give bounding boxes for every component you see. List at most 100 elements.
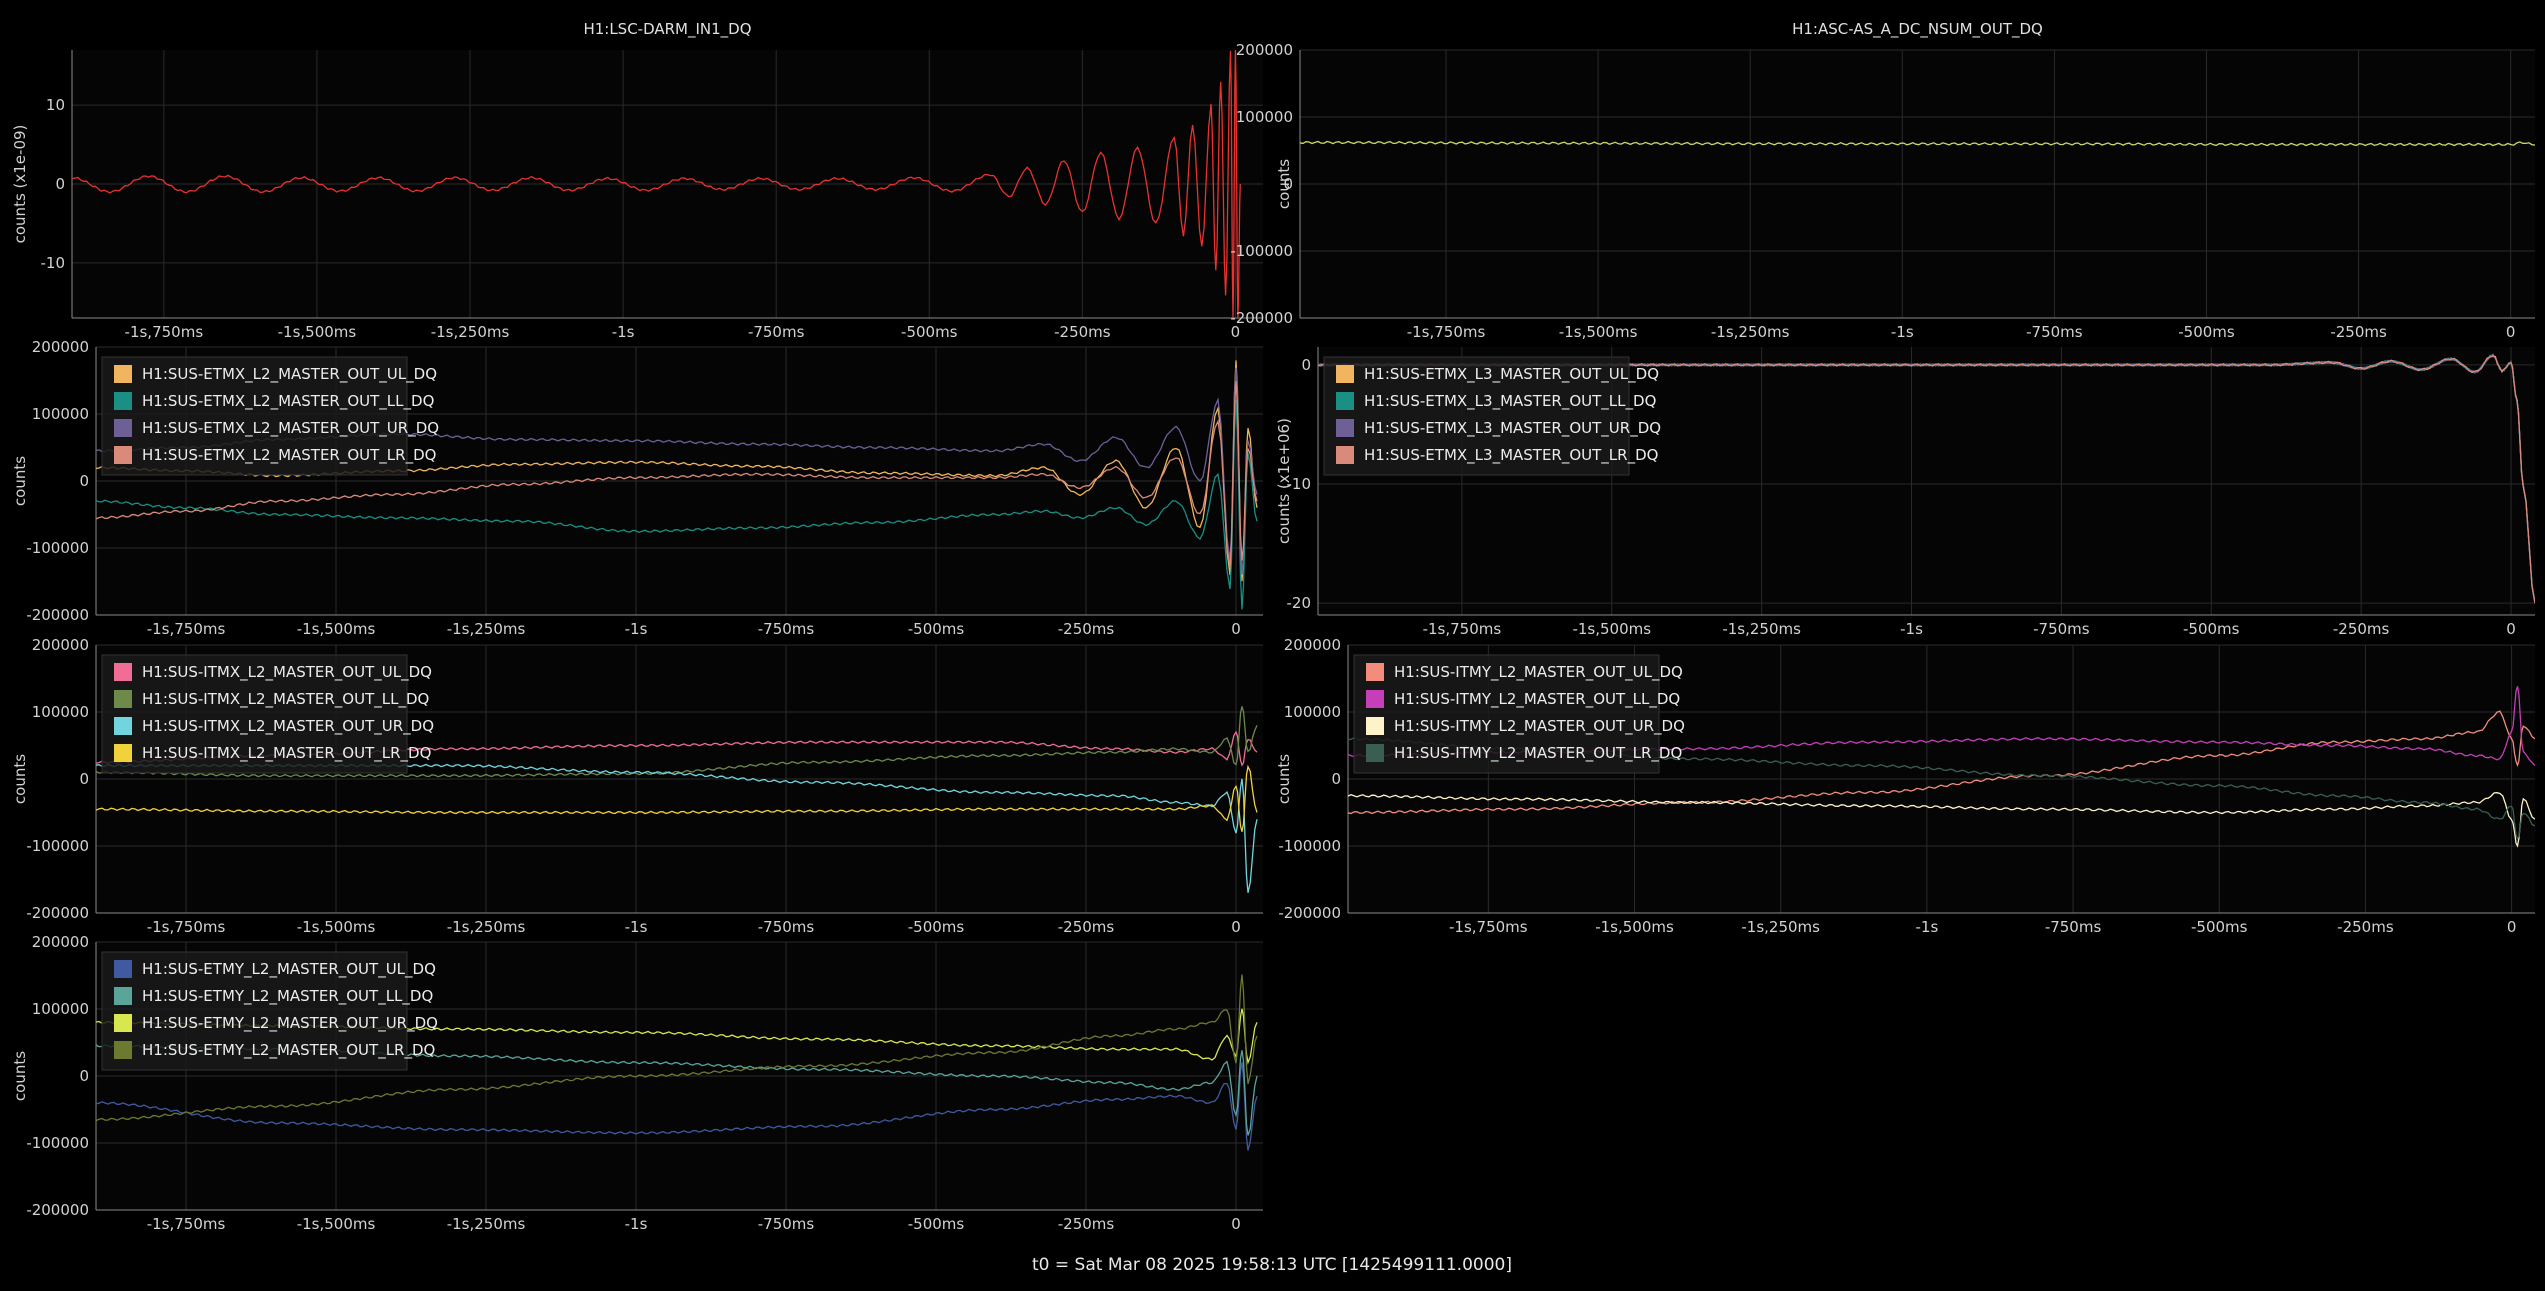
- legend-entry-label: H1:SUS-ITMY_L2_MASTER_OUT_UR_DQ: [1394, 717, 1685, 736]
- x-tick-label: -500ms: [908, 620, 965, 638]
- legend-swatch: [1366, 690, 1384, 708]
- y-tick-label: -10: [41, 254, 66, 272]
- x-tick-label: -1s,250ms: [431, 323, 510, 341]
- x-tick-label: -750ms: [748, 323, 805, 341]
- legend: H1:SUS-ETMY_L2_MASTER_OUT_UL_DQ H1:SUS-ET…: [101, 951, 438, 1071]
- plot-panel-1: -1s,750ms -1s,500ms -1s,250ms -1s -750ms -500…: [11, 20, 1263, 341]
- x-tick-label: -1s,750ms: [1423, 620, 1502, 638]
- y-tick-label: 100000: [32, 703, 89, 721]
- x-tick-label: -1s,500ms: [1559, 323, 1638, 341]
- legend-swatch: [114, 987, 132, 1005]
- x-tick-label: 0: [1231, 1215, 1241, 1233]
- y-tick-label: 200000: [32, 338, 89, 356]
- x-tick-label: -1s,250ms: [447, 918, 526, 936]
- plot-panel-2: -1s,750ms -1s,500ms -1s,250ms -1s -750ms -500…: [1230, 20, 2535, 341]
- x-tick-label: -250ms: [1054, 323, 1111, 341]
- plot-panel-7: -1s,750ms -1s,500ms -1s,250ms -1s -750ms -500…: [11, 933, 1263, 1233]
- x-tick-label: -1s,250ms: [1741, 918, 1820, 936]
- legend-entry-label: H1:SUS-ETMY_L2_MASTER_OUT_UL_DQ: [142, 960, 436, 979]
- legend-entry-label: H1:SUS-ETMY_L2_MASTER_OUT_UR_DQ: [142, 1014, 438, 1033]
- y-tick-label: 10: [46, 96, 65, 114]
- x-tick-label: -1s: [612, 323, 635, 341]
- y-tick-label: 100000: [32, 405, 89, 423]
- y-axis-label: counts: [11, 456, 29, 506]
- y-axis-label: counts: [1275, 754, 1293, 804]
- y-tick-label: 100000: [32, 1000, 89, 1018]
- chart-title: H1:LSC-DARM_IN1_DQ: [583, 20, 751, 39]
- x-tick-label: -250ms: [1058, 620, 1115, 638]
- y-tick-label: -100000: [26, 1134, 89, 1152]
- y-axis-label: counts: [11, 1051, 29, 1101]
- y-tick-label: 100000: [1236, 108, 1293, 126]
- x-tick-label: -500ms: [908, 1215, 965, 1233]
- x-tick-label: -1s: [1891, 323, 1914, 341]
- legend-entry-label: H1:SUS-ETMX_L2_MASTER_OUT_UL_DQ: [142, 365, 437, 384]
- y-tick-label: -100000: [26, 539, 89, 557]
- x-tick-label: -750ms: [758, 1215, 815, 1233]
- y-tick-label: 0: [55, 175, 65, 193]
- x-tick-label: -1s,750ms: [1449, 918, 1528, 936]
- x-tick-label: -250ms: [2333, 620, 2390, 638]
- legend-swatch: [1336, 392, 1354, 410]
- legend-entry-label: H1:SUS-ITMY_L2_MASTER_OUT_UL_DQ: [1394, 663, 1683, 682]
- x-tick-label: -250ms: [2330, 323, 2387, 341]
- legend-swatch: [1336, 446, 1354, 464]
- legend-entry-label: H1:SUS-ETMX_L2_MASTER_OUT_LR_DQ: [142, 446, 436, 465]
- plot-panel-4: -1s,750ms -1s,500ms -1s,250ms -1s -750ms -500…: [1275, 347, 2535, 638]
- legend-entry-label: H1:SUS-ETMY_L2_MASTER_OUT_LR_DQ: [142, 1041, 435, 1060]
- y-tick-label: -100000: [1278, 837, 1341, 855]
- legend-swatch: [114, 663, 132, 681]
- legend-entry-label: H1:SUS-ITMX_L2_MASTER_OUT_LL_DQ: [142, 690, 429, 709]
- plot-panel-5: -1s,750ms -1s,500ms -1s,250ms -1s -750ms -500…: [11, 636, 1263, 936]
- legend-entry-label: H1:SUS-ETMX_L3_MASTER_OUT_LL_DQ: [1364, 392, 1656, 411]
- y-tick-label: -200000: [1278, 904, 1341, 922]
- legend-entry-label: H1:SUS-ITMX_L2_MASTER_OUT_UL_DQ: [142, 663, 432, 682]
- t0-footer-label: t0 = Sat Mar 08 2025 19:58:13 UTC [14254…: [1032, 1255, 1512, 1275]
- legend: H1:SUS-ITMX_L2_MASTER_OUT_UL_DQ H1:SUS-IT…: [101, 654, 434, 774]
- y-axis-label: counts (x1e+06): [1275, 418, 1293, 544]
- y-axis-label: counts (x1e-09): [11, 125, 29, 244]
- legend: H1:SUS-ETMX_L2_MASTER_OUT_UL_DQ H1:SUS-ET…: [101, 356, 439, 476]
- legend: H1:SUS-ETMX_L3_MASTER_OUT_UL_DQ H1:SUS-ET…: [1323, 356, 1661, 476]
- legend-entry-label: H1:SUS-ITMX_L2_MASTER_OUT_UR_DQ: [142, 717, 434, 736]
- x-tick-label: 0: [2506, 620, 2516, 638]
- x-tick-label: -750ms: [758, 918, 815, 936]
- legend-entry-label: H1:SUS-ITMY_L2_MASTER_OUT_LR_DQ: [1394, 744, 1682, 763]
- x-tick-label: -1s: [1900, 620, 1923, 638]
- x-tick-label: -1s,500ms: [297, 620, 376, 638]
- x-tick-label: -250ms: [1058, 1215, 1115, 1233]
- legend-swatch: [1336, 419, 1354, 437]
- x-tick-label: -750ms: [758, 620, 815, 638]
- x-tick-label: -750ms: [2045, 918, 2102, 936]
- x-tick-label: -1s,500ms: [297, 918, 376, 936]
- legend-swatch: [1366, 744, 1384, 762]
- y-tick-label: -20: [1287, 594, 1312, 612]
- legend-swatch: [114, 960, 132, 978]
- y-axis-label: counts: [1275, 159, 1293, 209]
- y-tick-label: -200000: [1230, 309, 1293, 327]
- x-tick-label: -1s,750ms: [125, 323, 204, 341]
- legend-swatch: [1366, 663, 1384, 681]
- legend-swatch: [114, 690, 132, 708]
- x-tick-label: -1s: [625, 1215, 648, 1233]
- x-tick-label: -1s,500ms: [278, 323, 357, 341]
- x-tick-label: -1s,500ms: [1572, 620, 1651, 638]
- x-tick-label: -1s,750ms: [1407, 323, 1486, 341]
- legend-swatch: [114, 717, 132, 735]
- y-tick-label: 200000: [32, 933, 89, 951]
- x-tick-label: -1s: [625, 620, 648, 638]
- x-tick-label: -500ms: [2183, 620, 2240, 638]
- legend-swatch: [114, 446, 132, 464]
- y-tick-label: 100000: [1284, 703, 1341, 721]
- y-tick-label: 200000: [32, 636, 89, 654]
- chart-title: H1:ASC-AS_A_DC_NSUM_OUT_DQ: [1792, 20, 2043, 39]
- legend-entry-label: H1:SUS-ETMX_L3_MASTER_OUT_LR_DQ: [1364, 446, 1658, 465]
- x-tick-label: -1s,250ms: [447, 1215, 526, 1233]
- x-tick-label: -750ms: [2033, 620, 2090, 638]
- legend-entry-label: H1:SUS-ETMX_L2_MASTER_OUT_LL_DQ: [142, 392, 434, 411]
- x-tick-label: 0: [2506, 323, 2516, 341]
- x-tick-label: 0: [1231, 620, 1241, 638]
- y-tick-label: 0: [1331, 770, 1341, 788]
- x-tick-label: -500ms: [901, 323, 958, 341]
- legend-swatch: [114, 392, 132, 410]
